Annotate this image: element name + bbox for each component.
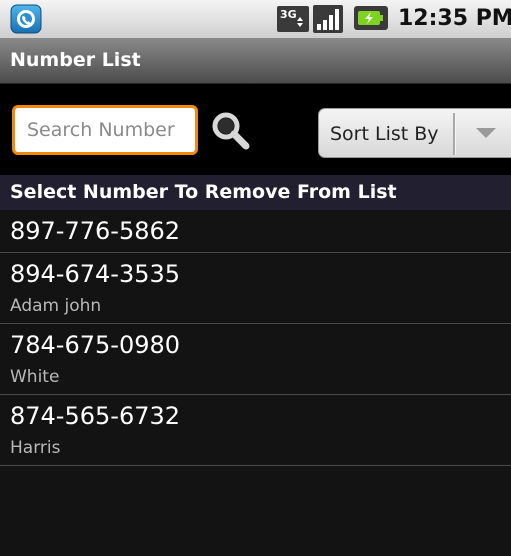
sort-spinner-label: Sort List By — [330, 123, 439, 145]
item-name: Harris — [10, 438, 61, 458]
list-item[interactable]: 894-674-3535 Adam john — [0, 253, 511, 324]
page-title: Number List — [10, 49, 141, 71]
title-bar: Number List — [0, 38, 511, 84]
battery-charging-icon — [354, 6, 388, 30]
status-bar: 3G 12:35 PM — [0, 0, 511, 38]
list-header-text: Select Number To Remove From List — [10, 181, 397, 203]
app-screen: 3G 12:35 PM Number List Sort — [0, 0, 511, 556]
svg-text:3G: 3G — [280, 8, 297, 21]
search-button[interactable] — [204, 104, 258, 158]
chevron-down-icon — [476, 128, 496, 138]
number-list: 897-776-5862 894-674-3535 Adam john 784-… — [0, 210, 511, 556]
app-phone-icon — [10, 4, 42, 34]
sort-list-spinner[interactable]: Sort List By — [318, 108, 511, 158]
item-number: 897-776-5862 — [10, 217, 181, 245]
item-number: 784-675-0980 — [10, 331, 181, 359]
signal-strength-icon — [313, 5, 343, 33]
search-number-input[interactable] — [12, 105, 198, 155]
3g-network-icon: 3G — [277, 6, 309, 32]
list-item[interactable]: 874-565-6732 Harris — [0, 395, 511, 466]
search-icon — [212, 112, 250, 150]
status-clock: 12:35 PM — [398, 6, 511, 31]
item-number: 874-565-6732 — [10, 402, 181, 430]
spinner-divider — [453, 113, 456, 155]
list-item[interactable]: 897-776-5862 — [0, 210, 511, 253]
item-name: White — [10, 367, 60, 387]
list-item[interactable]: 784-675-0980 White — [0, 324, 511, 395]
item-number: 894-674-3535 — [10, 260, 181, 288]
item-name: Adam john — [10, 296, 102, 316]
list-header: Select Number To Remove From List — [0, 175, 511, 210]
